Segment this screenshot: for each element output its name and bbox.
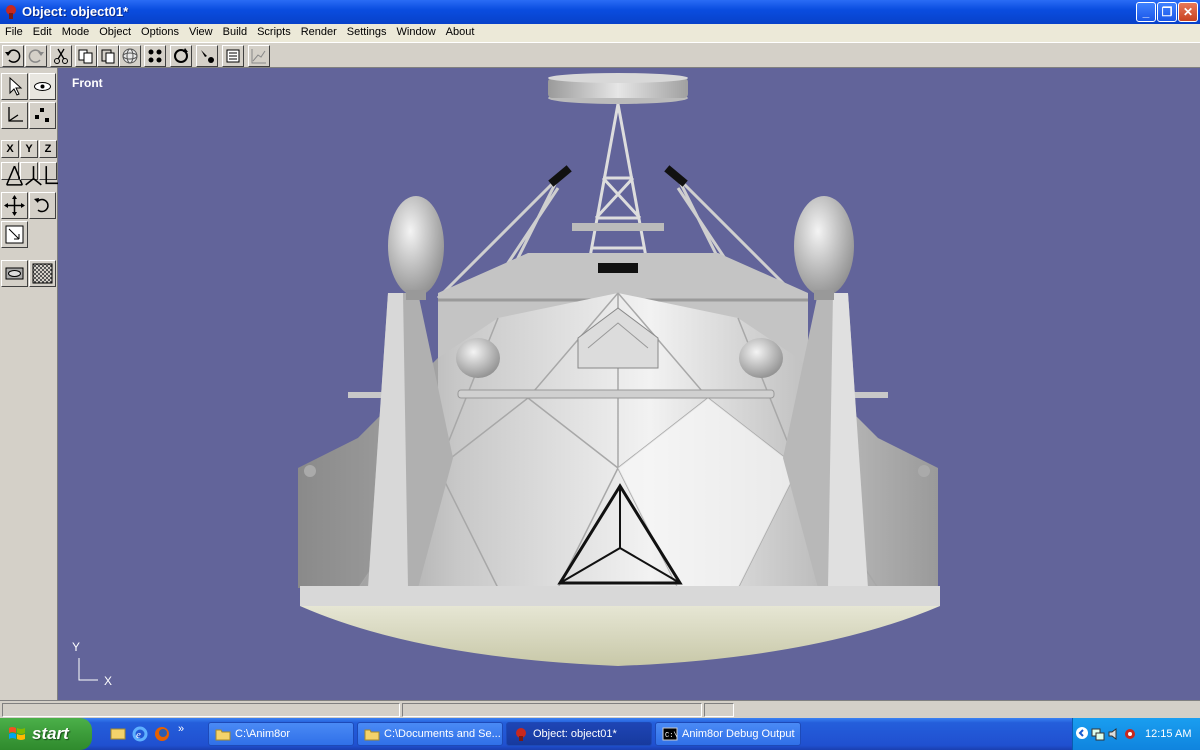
task-label: C:\Documents and Se... [384,728,501,740]
point-select-icon[interactable] [29,102,56,129]
console-icon: C:\ [662,727,678,741]
y-axis-toggle[interactable]: Y [20,140,38,158]
svg-text:e: e [136,729,141,741]
volume-icon[interactable] [1107,727,1121,741]
start-label: start [32,724,69,743]
axis-icon[interactable] [1,102,28,129]
tool-panel: X Y Z [0,68,62,700]
network-icon[interactable] [1091,727,1105,741]
arrow-select-icon[interactable] [1,73,28,100]
task-label: Object: object01* [533,728,617,740]
list-icon[interactable] [222,45,244,67]
menu-scripts[interactable]: Scripts [252,24,296,38]
svg-text:C:\: C:\ [665,732,678,740]
anim8or-icon [516,728,526,741]
folder-icon [364,729,380,741]
sphere-icon[interactable] [119,45,141,67]
shaded-mode-icon[interactable] [1,260,28,287]
windows-logo-icon [9,727,25,740]
axis-y-label: Y [72,640,81,654]
maximize-button[interactable]: ❐ [1157,2,1177,22]
menu-bar: File Edit Mode Object Options View Build Script… [0,24,1200,42]
copy-icon[interactable] [75,45,97,67]
texture-mode-icon[interactable] [29,260,56,287]
menu-settings[interactable]: Settings [342,24,392,38]
rotate-icon[interactable] [29,192,56,219]
start-button[interactable]: start [0,718,92,750]
menu-object[interactable]: Object [94,24,136,38]
status-cell-main [2,703,400,717]
toolbar [0,42,1200,68]
quicklaunch-chevron-icon[interactable]: » [178,723,184,735]
tray-expand-icon[interactable] [1075,726,1089,740]
axis-x-label: X [104,674,113,688]
cut-icon[interactable] [50,45,72,67]
window-title: Object: object01* [22,4,129,19]
task-debug-output[interactable]: C:\ Anim8or Debug Output [655,722,801,746]
menu-edit[interactable]: Edit [28,24,57,38]
eye-view-icon[interactable] [29,73,56,100]
status-cell-middle [402,703,702,717]
task-label: C:\Anim8or [235,728,291,740]
z-axis-toggle[interactable]: Z [39,140,57,158]
show-desktop-icon[interactable] [110,726,126,742]
undo-icon[interactable] [2,45,24,67]
menu-view[interactable]: View [184,24,218,38]
paste-icon[interactable] [97,45,119,67]
task-label: Anim8or Debug Output [682,728,795,740]
object-axes-icon[interactable] [20,162,42,186]
points-icon[interactable] [144,45,166,67]
menu-file[interactable]: File [0,24,28,38]
menu-options[interactable]: Options [136,24,184,38]
task-documents-folder[interactable]: C:\Documents and Se... [357,722,503,746]
x-axis-toggle[interactable]: X [1,140,19,158]
rotate-view-icon[interactable] [170,45,192,67]
clock: 12:15 AM [1145,728,1192,740]
task-object-window[interactable]: Object: object01* [506,722,652,746]
taskbar: start e » C:\Anim8or C:\Documents and Se… [0,718,1200,750]
firefox-icon[interactable] [154,726,170,742]
world-axes-icon[interactable] [39,162,62,185]
tray-app-icon[interactable] [1123,727,1137,741]
menu-render[interactable]: Render [296,24,342,38]
add-point-icon[interactable] [196,45,218,67]
menu-mode[interactable]: Mode [57,24,95,38]
local-axes-icon[interactable] [1,162,24,186]
minimize-button[interactable]: _ [1136,2,1156,22]
graph-icon[interactable] [248,45,270,67]
status-bar [0,700,1200,718]
status-cell-small [704,703,734,717]
internet-explorer-icon[interactable]: e [132,726,148,742]
folder-icon [215,729,231,741]
redo-icon[interactable] [25,45,47,67]
menu-window[interactable]: Window [392,24,441,38]
menu-build[interactable]: Build [218,24,252,38]
menu-about[interactable]: About [441,24,480,38]
task-anim8or-folder[interactable]: C:\Anim8or [208,722,354,746]
close-button[interactable]: ✕ [1178,2,1198,22]
move-icon[interactable] [1,192,28,219]
title-bar: Object: object01* _ ❐ ✕ [0,0,1200,24]
scale-icon[interactable] [1,221,28,248]
front-viewport[interactable]: Front Y X [58,68,1200,700]
anim8or-app-icon [6,5,16,19]
spacecraft-model [78,73,940,681]
system-tray: 12:15 AM [1072,718,1200,750]
